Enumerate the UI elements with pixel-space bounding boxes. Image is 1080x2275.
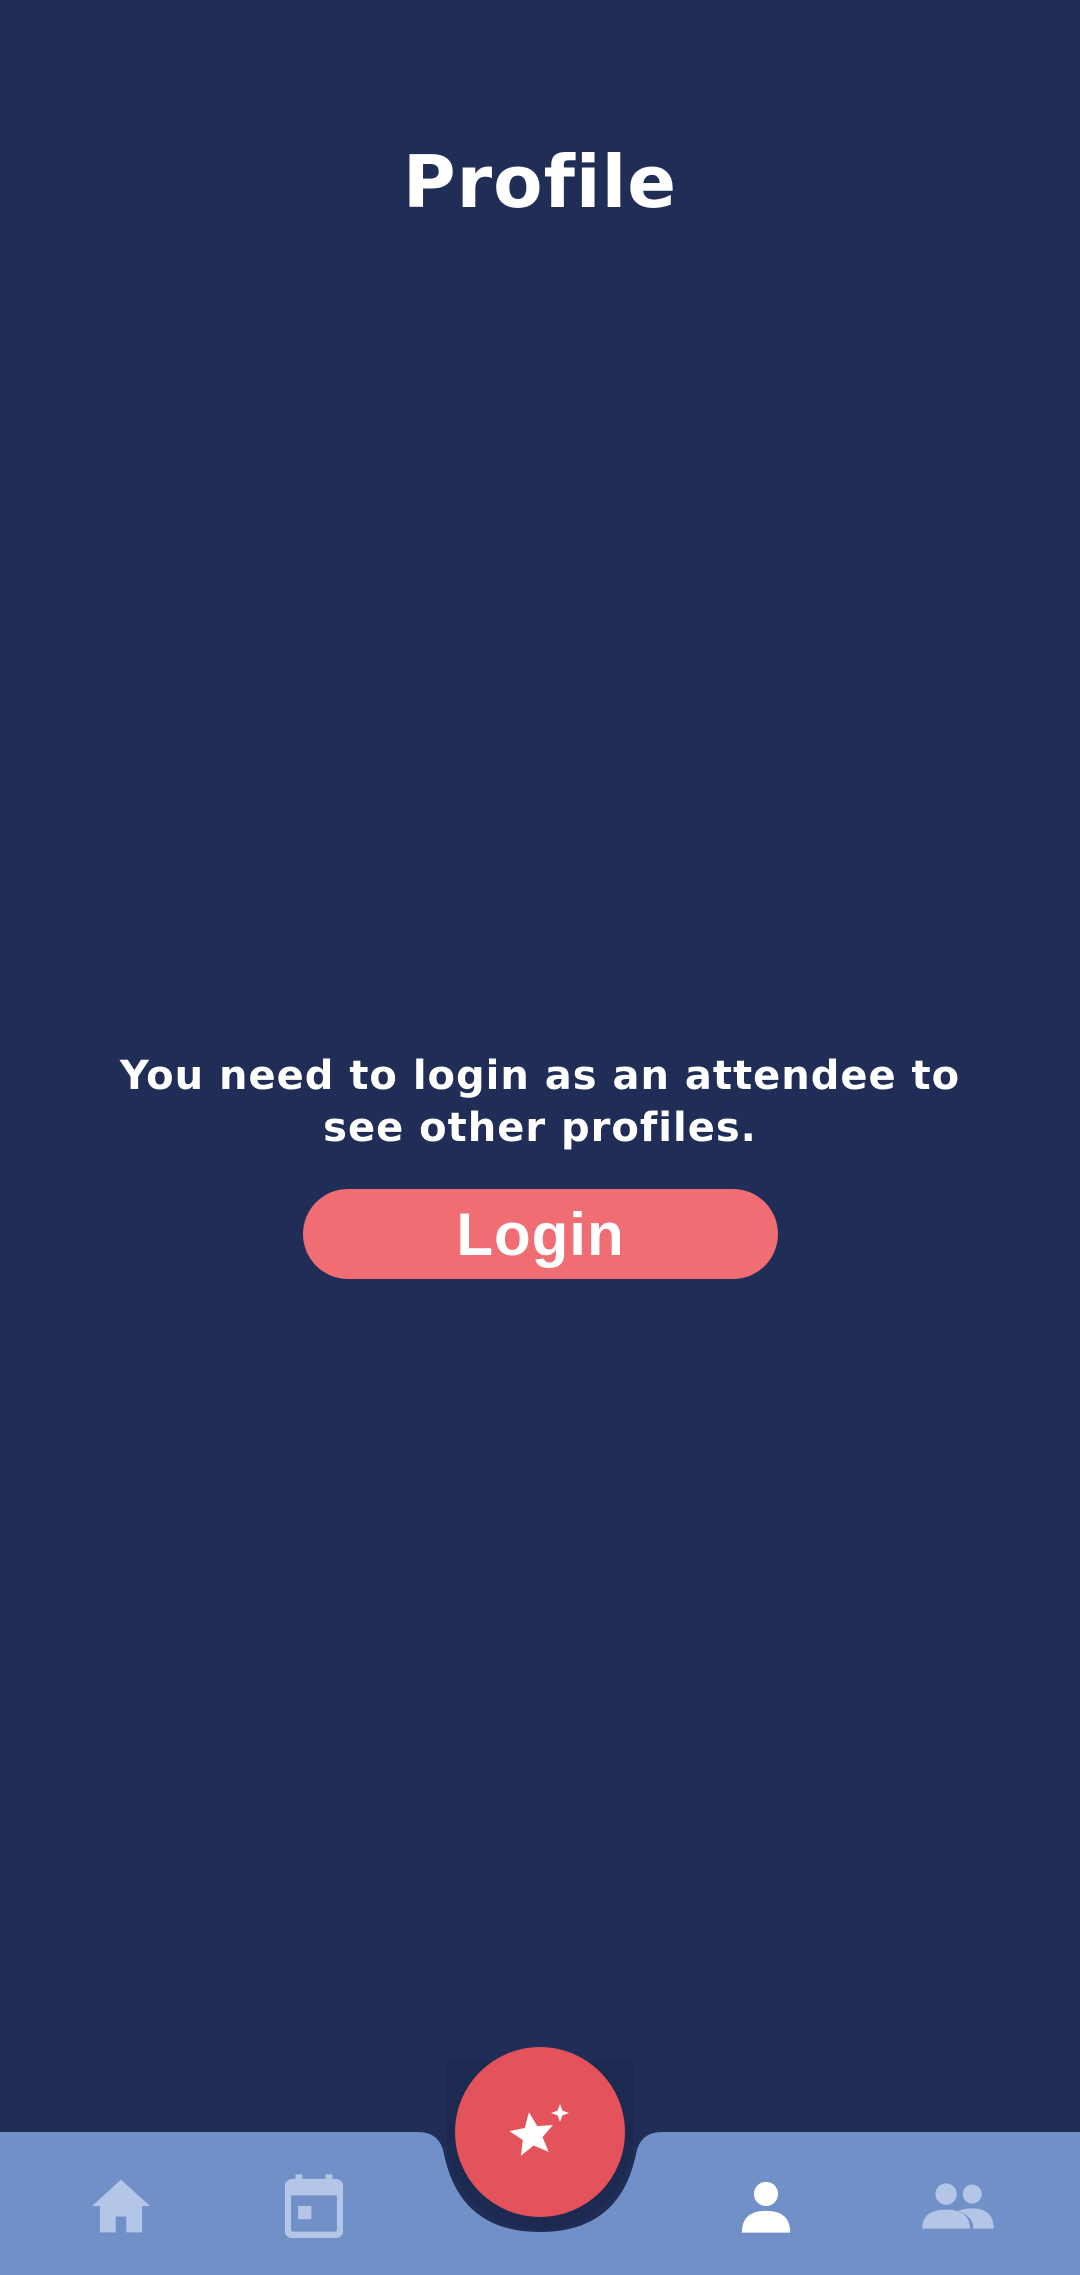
nav-schedule[interactable] — [274, 2166, 354, 2246]
nav-attendees[interactable] — [918, 2166, 998, 2246]
login-button[interactable]: Login — [303, 1189, 778, 1279]
profile-screen: Profile You need to login as an attendee… — [0, 0, 1080, 2275]
home-icon — [92, 2179, 150, 2233]
login-required-message: You need to login as an attendee to see … — [119, 1053, 961, 1151]
page-title: Profile — [402, 140, 678, 224]
nav-home[interactable] — [81, 2166, 161, 2246]
nav-profile[interactable] — [726, 2166, 806, 2246]
sparkle-star-icon — [509, 2104, 569, 2156]
calendar-icon — [285, 2174, 343, 2238]
people-icon — [922, 2183, 994, 2229]
person-icon — [741, 2181, 791, 2233]
center-action-button[interactable] — [455, 2047, 625, 2217]
